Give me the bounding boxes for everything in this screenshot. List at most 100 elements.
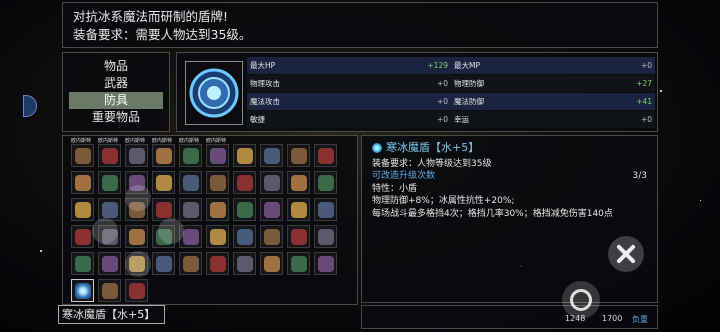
inventory-slot[interactable] [314, 171, 337, 194]
water-element-icon [372, 143, 382, 154]
equipment-icon [75, 202, 91, 218]
inventory-slot[interactable]: 欧内斯特 [152, 138, 175, 167]
equipment-icon [291, 148, 307, 164]
stat-row: 魔法攻击 +0 魔法防御 +41 [247, 93, 655, 110]
equipment-icon [75, 283, 91, 299]
stat-value: +0 [436, 97, 448, 106]
stat-label: 魔法攻击 [250, 97, 280, 106]
dpad-left-button[interactable] [92, 218, 118, 244]
confirm-button[interactable] [562, 281, 600, 319]
equipment-icon [210, 148, 226, 164]
inventory-slot[interactable] [314, 144, 337, 167]
equipment-icon [264, 148, 280, 164]
equipment-icon [318, 175, 334, 191]
equipment-icon [75, 229, 91, 245]
inventory-slot[interactable] [71, 279, 94, 302]
background-star [40, 250, 42, 252]
inventory-slot[interactable] [314, 225, 337, 248]
equipment-icon [264, 229, 280, 245]
equipment-icon [129, 148, 145, 164]
close-button[interactable] [608, 236, 644, 272]
inventory-slot[interactable] [233, 171, 256, 194]
inventory-slot[interactable] [71, 171, 94, 194]
inventory-slot[interactable] [206, 198, 229, 221]
inventory-slot[interactable] [206, 225, 229, 248]
stat-value: +0 [640, 61, 652, 70]
equipment-icon [183, 256, 199, 272]
equipment-icon [210, 202, 226, 218]
equipment-icon [237, 175, 253, 191]
category-items[interactable]: 物品 [69, 58, 163, 75]
inventory-slot[interactable] [233, 144, 256, 167]
category-armor[interactable]: 防具 [69, 92, 163, 109]
equipment-icon [75, 148, 91, 164]
equipment-icon [291, 229, 307, 245]
inventory-slot[interactable] [233, 225, 256, 248]
item-title: 寒冰魔盾【水+5】 [386, 141, 480, 154]
stat-value: +0 [640, 115, 652, 124]
inventory-slot[interactable]: 欧内斯特 [71, 138, 94, 167]
upgrade-count: 3/3 [632, 171, 647, 181]
inventory-slot[interactable] [314, 252, 337, 275]
inventory-slot[interactable]: 欧内斯特 [98, 138, 121, 167]
equipped-item-frame [185, 61, 243, 125]
inventory-slot[interactable] [206, 252, 229, 275]
stat-label: 魔法防御 [454, 97, 484, 106]
inventory-slot[interactable] [98, 279, 121, 302]
stat-label: 幸运 [454, 115, 469, 124]
category-key-items[interactable]: 重要物品 [69, 109, 163, 126]
stat-row: 敏捷 +0 幸运 +0 [247, 111, 655, 128]
weight-label: 负重 [632, 315, 648, 324]
inventory-slot[interactable]: 欧内斯特 [206, 138, 229, 167]
slot-label: 欧内斯特 [206, 138, 227, 144]
stat-value: +0 [436, 115, 448, 124]
inventory-slot[interactable] [125, 279, 148, 302]
item-description-panel: 对抗冰系魔法而研制的盾牌! 装备要求：需要人物达到35级。 [62, 2, 658, 48]
equipment-icon [102, 148, 118, 164]
inventory-slot[interactable] [260, 144, 283, 167]
equipment-icon [264, 256, 280, 272]
dpad-right-button[interactable] [158, 218, 184, 244]
equipment-icon [210, 175, 226, 191]
inventory-slot[interactable] [287, 144, 310, 167]
dpad-down-button[interactable] [125, 251, 151, 277]
weight-bar: 1248 1700 负重 [361, 305, 658, 329]
inventory-slot[interactable] [287, 171, 310, 194]
equipment-icon [75, 175, 91, 191]
inventory-slot[interactable] [287, 225, 310, 248]
inventory-slot[interactable] [314, 198, 337, 221]
equipment-icon [264, 202, 280, 218]
inventory-slot[interactable]: 欧内斯特 [179, 138, 202, 167]
inventory-slot[interactable] [71, 198, 94, 221]
category-list: 物品 武器 防具 重要物品 [62, 52, 170, 132]
inventory-slot[interactable] [287, 198, 310, 221]
dpad-up-button[interactable] [125, 185, 151, 211]
inventory-slot[interactable] [71, 225, 94, 248]
stat-value: +27 [636, 79, 652, 88]
category-weapons[interactable]: 武器 [69, 75, 163, 92]
inventory-slot[interactable] [233, 252, 256, 275]
stat-label: 最大MP [454, 61, 480, 70]
inventory-slot[interactable] [260, 225, 283, 248]
side-menu-tab[interactable] [23, 95, 37, 117]
background-star [660, 90, 662, 92]
stat-value: +129 [427, 61, 448, 70]
slot-label: 欧内斯特 [71, 138, 92, 144]
inventory-slot[interactable] [233, 198, 256, 221]
equipment-icon [75, 256, 91, 272]
inventory-slot[interactable] [260, 198, 283, 221]
equipment-icon [237, 202, 253, 218]
equipment-icon [291, 256, 307, 272]
inventory-slot[interactable] [206, 171, 229, 194]
equipment-icon [318, 148, 334, 164]
equipment-icon [129, 283, 145, 299]
slot-label: 欧内斯特 [98, 138, 119, 144]
inventory-slot[interactable]: 欧内斯特 [125, 138, 148, 167]
inventory-slot[interactable] [287, 252, 310, 275]
equipment-icon [102, 283, 118, 299]
inventory-slot[interactable] [260, 252, 283, 275]
inventory-slot[interactable] [260, 171, 283, 194]
inventory-slot[interactable] [71, 252, 94, 275]
stat-row: 最大HP +129 最大MP +0 [247, 57, 655, 74]
ice-shield-icon [189, 68, 239, 118]
